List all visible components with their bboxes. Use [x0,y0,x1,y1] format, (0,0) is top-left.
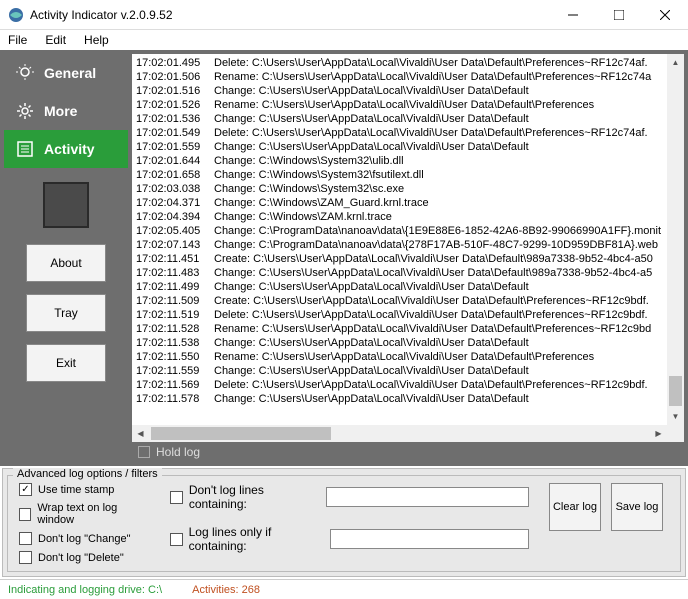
log-row[interactable]: 17:02:04.371Change: C:\Windows\ZAM_Guard… [136,196,663,210]
close-button[interactable] [642,0,688,30]
only-containing-checkbox[interactable] [170,533,182,546]
log-row[interactable]: 17:02:11.451Create: C:\Users\User\AppDat… [136,252,663,266]
only-containing-label: Log lines only if containing: [189,525,325,553]
scroll-corner [667,425,684,442]
log-row[interactable]: 17:02:01.516Change: C:\Users\User\AppDat… [136,84,663,98]
tab-more-label: More [44,103,77,119]
wrap-text-checkbox[interactable] [19,508,31,521]
menu-file[interactable]: File [8,33,27,47]
vertical-scrollbar[interactable]: ▲ ▼ [667,54,684,425]
scroll-up-icon[interactable]: ▲ [667,54,684,71]
dont-log-delete-checkbox[interactable] [19,551,32,564]
log-row[interactable]: 17:02:01.536Change: C:\Users\User\AppDat… [136,112,663,126]
exit-button[interactable]: Exit [26,344,106,382]
log-row[interactable]: 17:02:01.549Delete: C:\Users\User\AppDat… [136,126,663,140]
log-row[interactable]: 17:02:07.143Change: C:\ProgramData\nanoa… [136,238,663,252]
status-drive: Indicating and logging drive: C:\ [8,584,162,596]
log-row[interactable]: 17:02:01.506Rename: C:\Users\User\AppDat… [136,70,663,84]
log-row[interactable]: 17:02:03.038Change: C:\Windows\System32\… [136,182,663,196]
log-row[interactable]: 17:02:11.538Change: C:\Users\User\AppDat… [136,336,663,350]
titlebar: Activity Indicator v.2.0.9.52 [0,0,688,30]
options-legend: Advanced log options / filters [13,468,162,480]
status-activities: Activities: 268 [192,584,260,596]
log-row[interactable]: 17:02:01.644Change: C:\Windows\System32\… [136,154,663,168]
tab-more[interactable]: More [4,92,128,130]
statusbar: Indicating and logging drive: C:\ Activi… [0,579,688,599]
drive-indicator [43,182,89,228]
tab-activity-label: Activity [44,141,95,157]
holdlog-checkbox[interactable] [138,446,150,458]
log-row[interactable]: 17:02:05.405Change: C:\ProgramData\nanoa… [136,224,663,238]
log-row[interactable]: 17:02:01.526Rename: C:\Users\User\AppDat… [136,98,663,112]
log-row[interactable]: 17:02:01.559Change: C:\Users\User\AppDat… [136,140,663,154]
tab-general-label: General [44,65,96,81]
window-title: Activity Indicator v.2.0.9.52 [30,8,550,22]
log-content[interactable]: 17:02:01.495Delete: C:\Users\User\AppDat… [132,54,667,425]
holdlog-label: Hold log [156,445,200,459]
log-panel: 17:02:01.495Delete: C:\Users\User\AppDat… [132,54,684,462]
lightbulb-icon [16,64,34,82]
menu-edit[interactable]: Edit [45,33,66,47]
options-column-filters: Don't log lines containing: Log lines on… [160,469,539,568]
log-row[interactable]: 17:02:11.509Create: C:\Users\User\AppDat… [136,294,663,308]
tab-activity[interactable]: Activity [4,130,128,168]
minimize-button[interactable] [550,0,596,30]
only-containing-input[interactable] [330,529,529,549]
list-icon [16,140,34,158]
horizontal-scroll-thumb[interactable] [151,427,331,440]
use-timestamp-label: Use time stamp [38,484,114,496]
holdlog-bar: Hold log [132,442,684,462]
log-row[interactable]: 17:02:11.569Delete: C:\Users\User\AppDat… [136,378,663,392]
log-row[interactable]: 17:02:11.519Delete: C:\Users\User\AppDat… [136,308,663,322]
dont-containing-label: Don't log lines containing: [189,483,320,511]
save-log-button[interactable]: Save log [611,483,663,531]
main-area: General More Activity About Tray Exit 17… [0,50,688,466]
dont-log-delete-label: Don't log "Delete" [38,552,124,564]
menubar: File Edit Help [0,30,688,50]
app-icon [8,7,24,23]
vertical-scroll-thumb[interactable] [669,376,682,406]
log-row[interactable]: 17:02:11.578Change: C:\Users\User\AppDat… [136,392,663,406]
scroll-right-icon[interactable]: ▶ [650,425,667,442]
tab-general[interactable]: General [4,54,128,92]
dont-containing-checkbox[interactable] [170,491,183,504]
dont-log-change-label: Don't log "Change" [38,533,130,545]
scroll-left-icon[interactable]: ◀ [132,425,149,442]
menu-help[interactable]: Help [84,33,109,47]
advanced-options-panel: Advanced log options / filters Use time … [2,468,686,577]
sidebar: General More Activity About Tray Exit [4,54,128,462]
horizontal-scrollbar[interactable]: ◀ ▶ [132,425,667,442]
log-row[interactable]: 17:02:11.550Rename: C:\Users\User\AppDat… [136,350,663,364]
log-row[interactable]: 17:02:01.495Delete: C:\Users\User\AppDat… [136,56,663,70]
scroll-down-icon[interactable]: ▼ [667,408,684,425]
log-row[interactable]: 17:02:11.499Change: C:\Users\User\AppDat… [136,280,663,294]
dont-containing-input[interactable] [326,487,529,507]
log-row[interactable]: 17:02:11.559Change: C:\Users\User\AppDat… [136,364,663,378]
about-button[interactable]: About [26,244,106,282]
gear-icon [16,102,34,120]
log-box: 17:02:01.495Delete: C:\Users\User\AppDat… [132,54,684,442]
clear-log-button[interactable]: Clear log [549,483,601,531]
options-column-left: Use time stamp Wrap text on log window D… [9,469,160,568]
tray-button[interactable]: Tray [26,294,106,332]
log-row[interactable]: 17:02:11.528Rename: C:\Users\User\AppDat… [136,322,663,336]
log-row[interactable]: 17:02:04.394Change: C:\Windows\ZAM.krnl.… [136,210,663,224]
log-row[interactable]: 17:02:11.483Change: C:\Users\User\AppDat… [136,266,663,280]
maximize-button[interactable] [596,0,642,30]
dont-log-change-checkbox[interactable] [19,532,32,545]
options-column-buttons: Clear log Save log [539,469,679,568]
wrap-text-label: Wrap text on log window [37,502,150,526]
use-timestamp-checkbox[interactable] [19,483,32,496]
log-row[interactable]: 17:02:01.658Change: C:\Windows\System32\… [136,168,663,182]
